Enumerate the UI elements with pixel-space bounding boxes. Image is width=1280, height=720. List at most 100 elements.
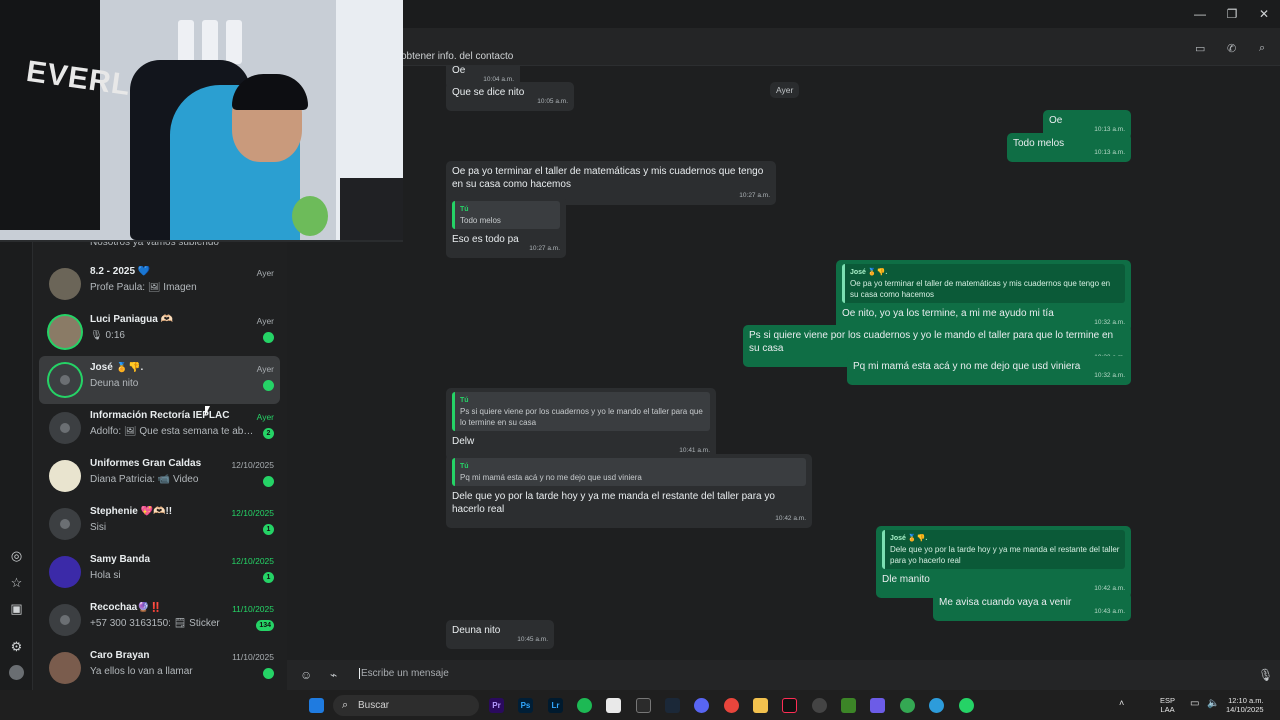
clock-date: 14/10/2025: [1226, 705, 1264, 714]
photoshop-icon[interactable]: Ps: [518, 698, 533, 713]
chat-name: Samy Banda: [90, 554, 151, 565]
chat-preview: 🎙 0:16: [90, 330, 125, 341]
chat-item-samy-banda[interactable]: Samy Banda Hola si 12/10/2025 1: [39, 548, 280, 596]
steam-icon[interactable]: [665, 698, 680, 713]
avatar: [49, 268, 81, 300]
message-time: 10:42 a.m.: [775, 515, 806, 522]
star-icon[interactable]: ☆: [9, 575, 24, 590]
chat-time: 12/10/2025: [231, 556, 274, 566]
obs-icon[interactable]: [812, 698, 827, 713]
wall-item: [202, 20, 218, 64]
chat-item-stephenie[interactable]: Stephenie 💖🫶🏻!! Sisi 12/10/2025 1: [39, 500, 280, 548]
status-icon[interactable]: ◎: [9, 548, 24, 563]
gear-icon[interactable]: ⚙: [9, 639, 24, 654]
quote-text: Todo melos: [460, 216, 501, 225]
epic-games-icon[interactable]: [636, 698, 651, 713]
chat-item-informacion-rectoria[interactable]: Información Rectoría IEPLAC Adolfo: 🖼 Qu…: [39, 404, 280, 452]
language-layout: LAA: [1160, 705, 1175, 714]
chevron-up-icon[interactable]: ˄: [1119, 699, 1124, 708]
profile-avatar-icon[interactable]: [9, 665, 24, 680]
chat-preview: Adolfo: 🖼 Que esta semana te abrace...: [90, 426, 254, 437]
quoted-message[interactable]: Tú Pq mi mamá esta acá y no me dejo que …: [452, 458, 806, 486]
message-time: 10:27 a.m.: [739, 192, 770, 199]
microphone-icon[interactable]: 🎙: [1258, 668, 1273, 682]
unread-badge: 1: [263, 524, 274, 535]
avatar: [49, 508, 81, 540]
volume-icon[interactable]: 🔈: [1207, 699, 1219, 709]
minimize-button[interactable]: —: [1184, 0, 1216, 28]
windows-start-icon[interactable]: [309, 698, 324, 713]
chat-item-recochaa[interactable]: Recochaa🔮‼️ +57 300 3163150: 🗒 Sticker 1…: [39, 596, 280, 644]
message-time: 10:13 a.m.: [1094, 149, 1125, 156]
message-outgoing[interactable]: Pq mi mamá esta acá y no me dejo que usd…: [847, 356, 1131, 385]
whatsapp-icon[interactable]: [959, 698, 974, 713]
chat-item-jose[interactable]: José 🏅👎. Deuna nito Ayer: [39, 356, 280, 404]
app-icon[interactable]: [606, 698, 621, 713]
language-indicator[interactable]: ESP LAA: [1160, 696, 1175, 714]
file-explorer-icon[interactable]: [753, 698, 768, 713]
message-incoming[interactable]: Tú Pq mi mamá esta acá y no me dejo que …: [446, 454, 812, 528]
minecraft-icon[interactable]: [841, 698, 856, 713]
quoted-message[interactable]: José 🏅👎. Oe pa yo terminar el taller de …: [842, 264, 1125, 303]
chat-preview: Deuna nito: [90, 378, 139, 389]
quoted-message[interactable]: Tú Todo melos: [452, 201, 560, 229]
chrome-icon[interactable]: [724, 698, 739, 713]
video-call-icon[interactable]: ▭: [1195, 42, 1205, 55]
chat-item-uniformes-gran-caldas[interactable]: Uniformes Gran Caldas Diana Patricia: 📹 …: [39, 452, 280, 500]
avatar: [49, 556, 81, 588]
message-outgoing[interactable]: José 🏅👎. Oe pa yo terminar el taller de …: [836, 260, 1131, 332]
discord-icon[interactable]: [694, 698, 709, 713]
punching-bag-logo: EVERL: [24, 54, 133, 103]
quote-author: Tú: [460, 206, 469, 213]
tiktok-icon[interactable]: [782, 698, 797, 713]
app-icon[interactable]: [870, 698, 885, 713]
archive-icon[interactable]: ▣: [9, 601, 24, 616]
status-dot: [263, 380, 274, 391]
message-text: Ps si quiere viene por los cuadernos y y…: [749, 330, 1114, 354]
chat-item-caro-brayan[interactable]: Caro Brayan Ya ellos lo van a llamar 11/…: [39, 644, 280, 692]
chat-item-luci-paniagua[interactable]: Luci Paniagua 🫶🏻 🎙 0:16 Ayer: [39, 308, 280, 356]
avatar: [49, 316, 81, 348]
chat-name: Stephenie 💖🫶🏻!!: [90, 506, 173, 517]
message-text: Oe nito, yo ya los termine, a mi me ayud…: [842, 308, 1054, 319]
network-icon[interactable]: ▭: [1190, 699, 1199, 709]
message-outgoing[interactable]: José 🏅👎. Dele que yo por la tarde hoy y …: [876, 526, 1131, 598]
taskbar: ⌕ Buscar Pr Ps Lr ˄ ESP LAA ▭ 🔈 12:10 a.…: [0, 690, 1280, 720]
taskbar-search[interactable]: ⌕ Buscar: [333, 695, 479, 716]
quoted-message[interactable]: Tú Ps si quiere viene por los cuadernos …: [452, 392, 710, 431]
quoted-message[interactable]: José 🏅👎. Dele que yo por la tarde hoy y …: [882, 530, 1125, 569]
browser-icon[interactable]: [929, 698, 944, 713]
chat-time: Ayer: [256, 268, 274, 278]
chat-time: 12/10/2025: [231, 508, 274, 518]
attach-icon[interactable]: ⌁: [330, 668, 337, 682]
chat-header[interactable]: obtener info. del contacto ▭ ✆ ⌕: [287, 28, 1280, 66]
wall-item: [226, 20, 242, 64]
message-incoming[interactable]: Que se dice nito 10:05 a.m.: [446, 82, 574, 111]
message-outgoing[interactable]: Me avisa cuando vaya a venir 10:43 a.m.: [933, 592, 1131, 621]
message-time: 10:45 a.m.: [517, 636, 548, 643]
chrome-profile-icon[interactable]: [900, 698, 915, 713]
status-dot: [263, 476, 274, 487]
premiere-icon[interactable]: Pr: [489, 698, 504, 713]
close-button[interactable]: ✕: [1248, 0, 1280, 28]
message-incoming[interactable]: Deuna nito 10:45 a.m.: [446, 620, 554, 649]
chat-item-8-2-2025[interactable]: 8.2 - 2025 💙 Profe Paula: 🖼 Imagen Ayer: [39, 260, 280, 308]
message-outgoing[interactable]: Todo melos 10:13 a.m.: [1007, 133, 1131, 162]
spotify-icon[interactable]: [577, 698, 592, 713]
contact-info-hint: obtener info. del contacto: [401, 51, 514, 62]
chat-preview: Profe Paula: 🖼 Imagen: [90, 282, 197, 293]
restore-button[interactable]: ❐: [1216, 0, 1248, 28]
person-cap: [232, 74, 308, 110]
webcam-overlay: EVERL: [0, 0, 403, 242]
message-incoming[interactable]: Tú Todo melos Eso es todo pa 10:27 a.m.: [446, 197, 566, 258]
message-input[interactable]: Escribe un mensaje: [359, 668, 449, 679]
shelf: [340, 178, 403, 240]
clock[interactable]: 12:10 a.m. 14/10/2025: [1226, 696, 1264, 714]
emoji-icon[interactable]: ☺: [300, 668, 312, 682]
lightroom-icon[interactable]: Lr: [548, 698, 563, 713]
unread-badge: 134: [256, 620, 274, 631]
search-icon[interactable]: ⌕: [1259, 42, 1265, 55]
chat-preview: Ya ellos lo van a llamar: [90, 666, 193, 677]
message-incoming[interactable]: Tú Ps si quiere viene por los cuadernos …: [446, 388, 716, 460]
voice-call-icon[interactable]: ✆: [1227, 42, 1236, 55]
